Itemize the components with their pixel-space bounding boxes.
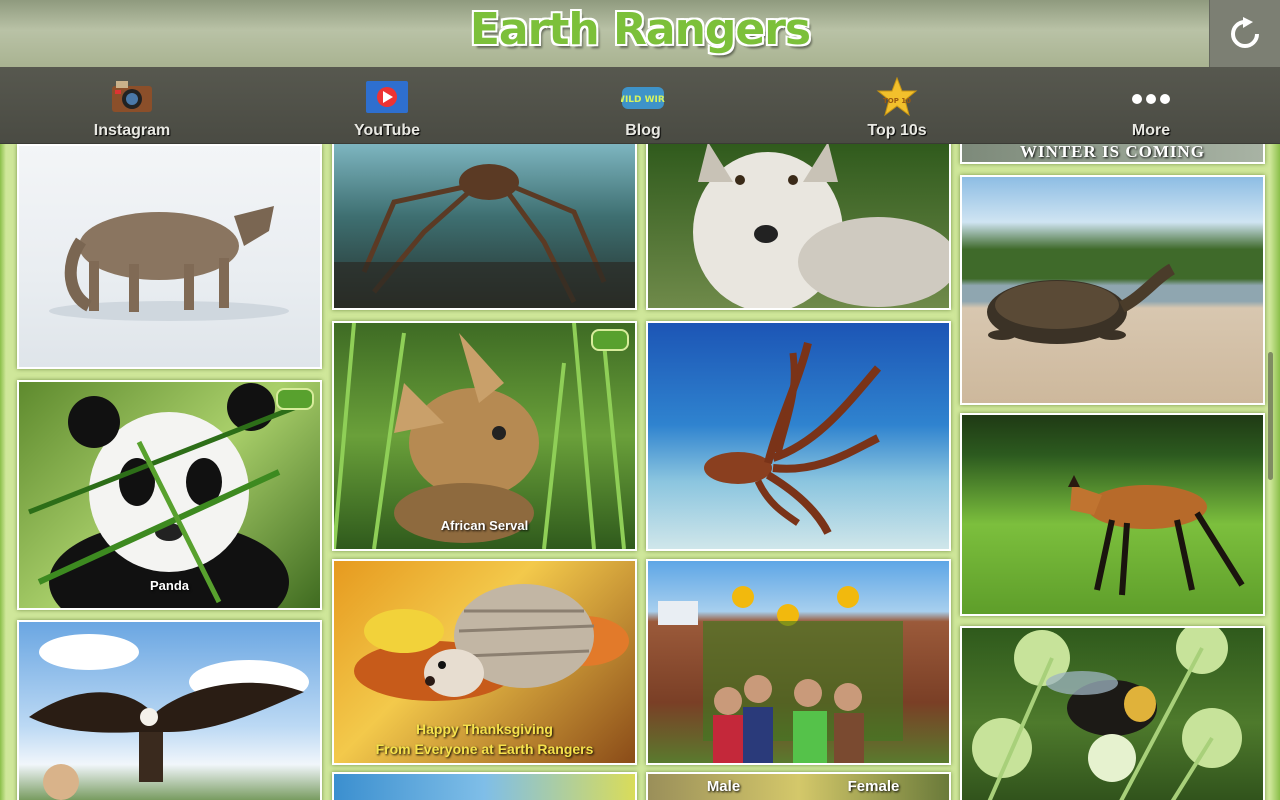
photo-grid[interactable]: Panda African Serval Happy Thanksgiving … <box>0 144 1280 800</box>
nav-label-blog: Blog <box>625 122 661 139</box>
photo-tile-male-female[interactable]: Male Female <box>646 772 951 800</box>
grey-wolf-illustration <box>693 144 949 308</box>
photo-tile-grey-wolf[interactable] <box>646 144 951 310</box>
nav-item-blog[interactable]: WILD WIRE Blog <box>573 67 713 143</box>
caption-male: Male <box>706 778 741 795</box>
nav-bar: Instagram YouTube WILD WIRE Blog TOP 10 … <box>0 67 1280 144</box>
nav-item-more[interactable]: More <box>1081 67 1221 143</box>
eagle-illustration <box>29 634 309 800</box>
nav-label-more: More <box>1131 122 1171 139</box>
caption-hedgehog-line2: From Everyone at Earth Rangers <box>375 741 594 757</box>
play-icon <box>366 81 408 113</box>
crab-illustration <box>334 164 635 308</box>
nav-label-youtube: YouTube <box>353 122 421 139</box>
photo-tile-partial-c2[interactable] <box>332 772 637 800</box>
caption-winter: WINTER IS COMING <box>1019 144 1206 161</box>
caption-serval: African Serval <box>440 518 529 533</box>
wolf-illustration <box>49 206 289 321</box>
photo-tile-sunflowers[interactable] <box>646 559 951 765</box>
top10-badge-text: TOP 10 <box>883 97 911 105</box>
turtle-illustration <box>987 263 1176 344</box>
photo-tile-serval[interactable]: African Serval <box>332 321 637 551</box>
photo-tile-panda[interactable]: Panda <box>17 380 322 610</box>
octopus-illustration <box>704 342 882 535</box>
wild-wire-icon: WILD WIRE <box>621 87 665 109</box>
wild-wire-badge-text: WILD WIRE <box>621 95 665 105</box>
photo-tile-eagle[interactable] <box>17 620 322 800</box>
nav-item-instagram[interactable]: Instagram <box>62 67 202 143</box>
photo-tile-wolf-snow[interactable] <box>17 144 322 369</box>
photo-tile-maned-wolf[interactable] <box>960 413 1265 616</box>
nav-item-top10s[interactable]: TOP 10 Top 10s <box>827 67 967 143</box>
serval-illustration <box>334 323 626 549</box>
photo-tile-turtle[interactable] <box>960 175 1265 405</box>
app-logo: Earth Rangers <box>469 4 811 55</box>
photo-tile-spider-crab[interactable] <box>332 144 637 310</box>
photo-tile-octopus[interactable] <box>646 321 951 551</box>
earth-rangers-badge <box>591 329 629 351</box>
camera-icon <box>112 81 152 112</box>
caption-hedgehog-line1: Happy Thanksgiving <box>416 721 553 737</box>
maned-wolf-illustration <box>1068 475 1245 596</box>
earth-rangers-badge <box>276 388 314 410</box>
panda-illustration <box>28 383 310 608</box>
nav-item-youtube[interactable]: YouTube <box>317 67 457 143</box>
nav-label-instagram: Instagram <box>93 122 171 139</box>
app-header: Earth Rangers <box>0 0 1280 67</box>
star-icon: TOP 10 <box>876 77 918 117</box>
photo-tile-hedgehog[interactable]: Happy Thanksgiving From Everyone at Eart… <box>332 559 637 765</box>
photo-tile-bee[interactable] <box>960 626 1265 800</box>
refresh-button[interactable] <box>1209 0 1280 67</box>
nav-label-top10s: Top 10s <box>867 122 927 139</box>
photo-tile-winter-banner[interactable]: WINTER IS COMING <box>960 144 1265 164</box>
scrollbar-thumb[interactable] <box>1268 352 1273 480</box>
bee-illustration <box>972 628 1242 800</box>
caption-panda: Panda <box>149 578 189 593</box>
caption-female: Female <box>847 778 900 795</box>
refresh-icon <box>1231 16 1259 48</box>
more-dots-icon <box>1132 94 1170 104</box>
sunflowers-illustration <box>658 586 903 763</box>
